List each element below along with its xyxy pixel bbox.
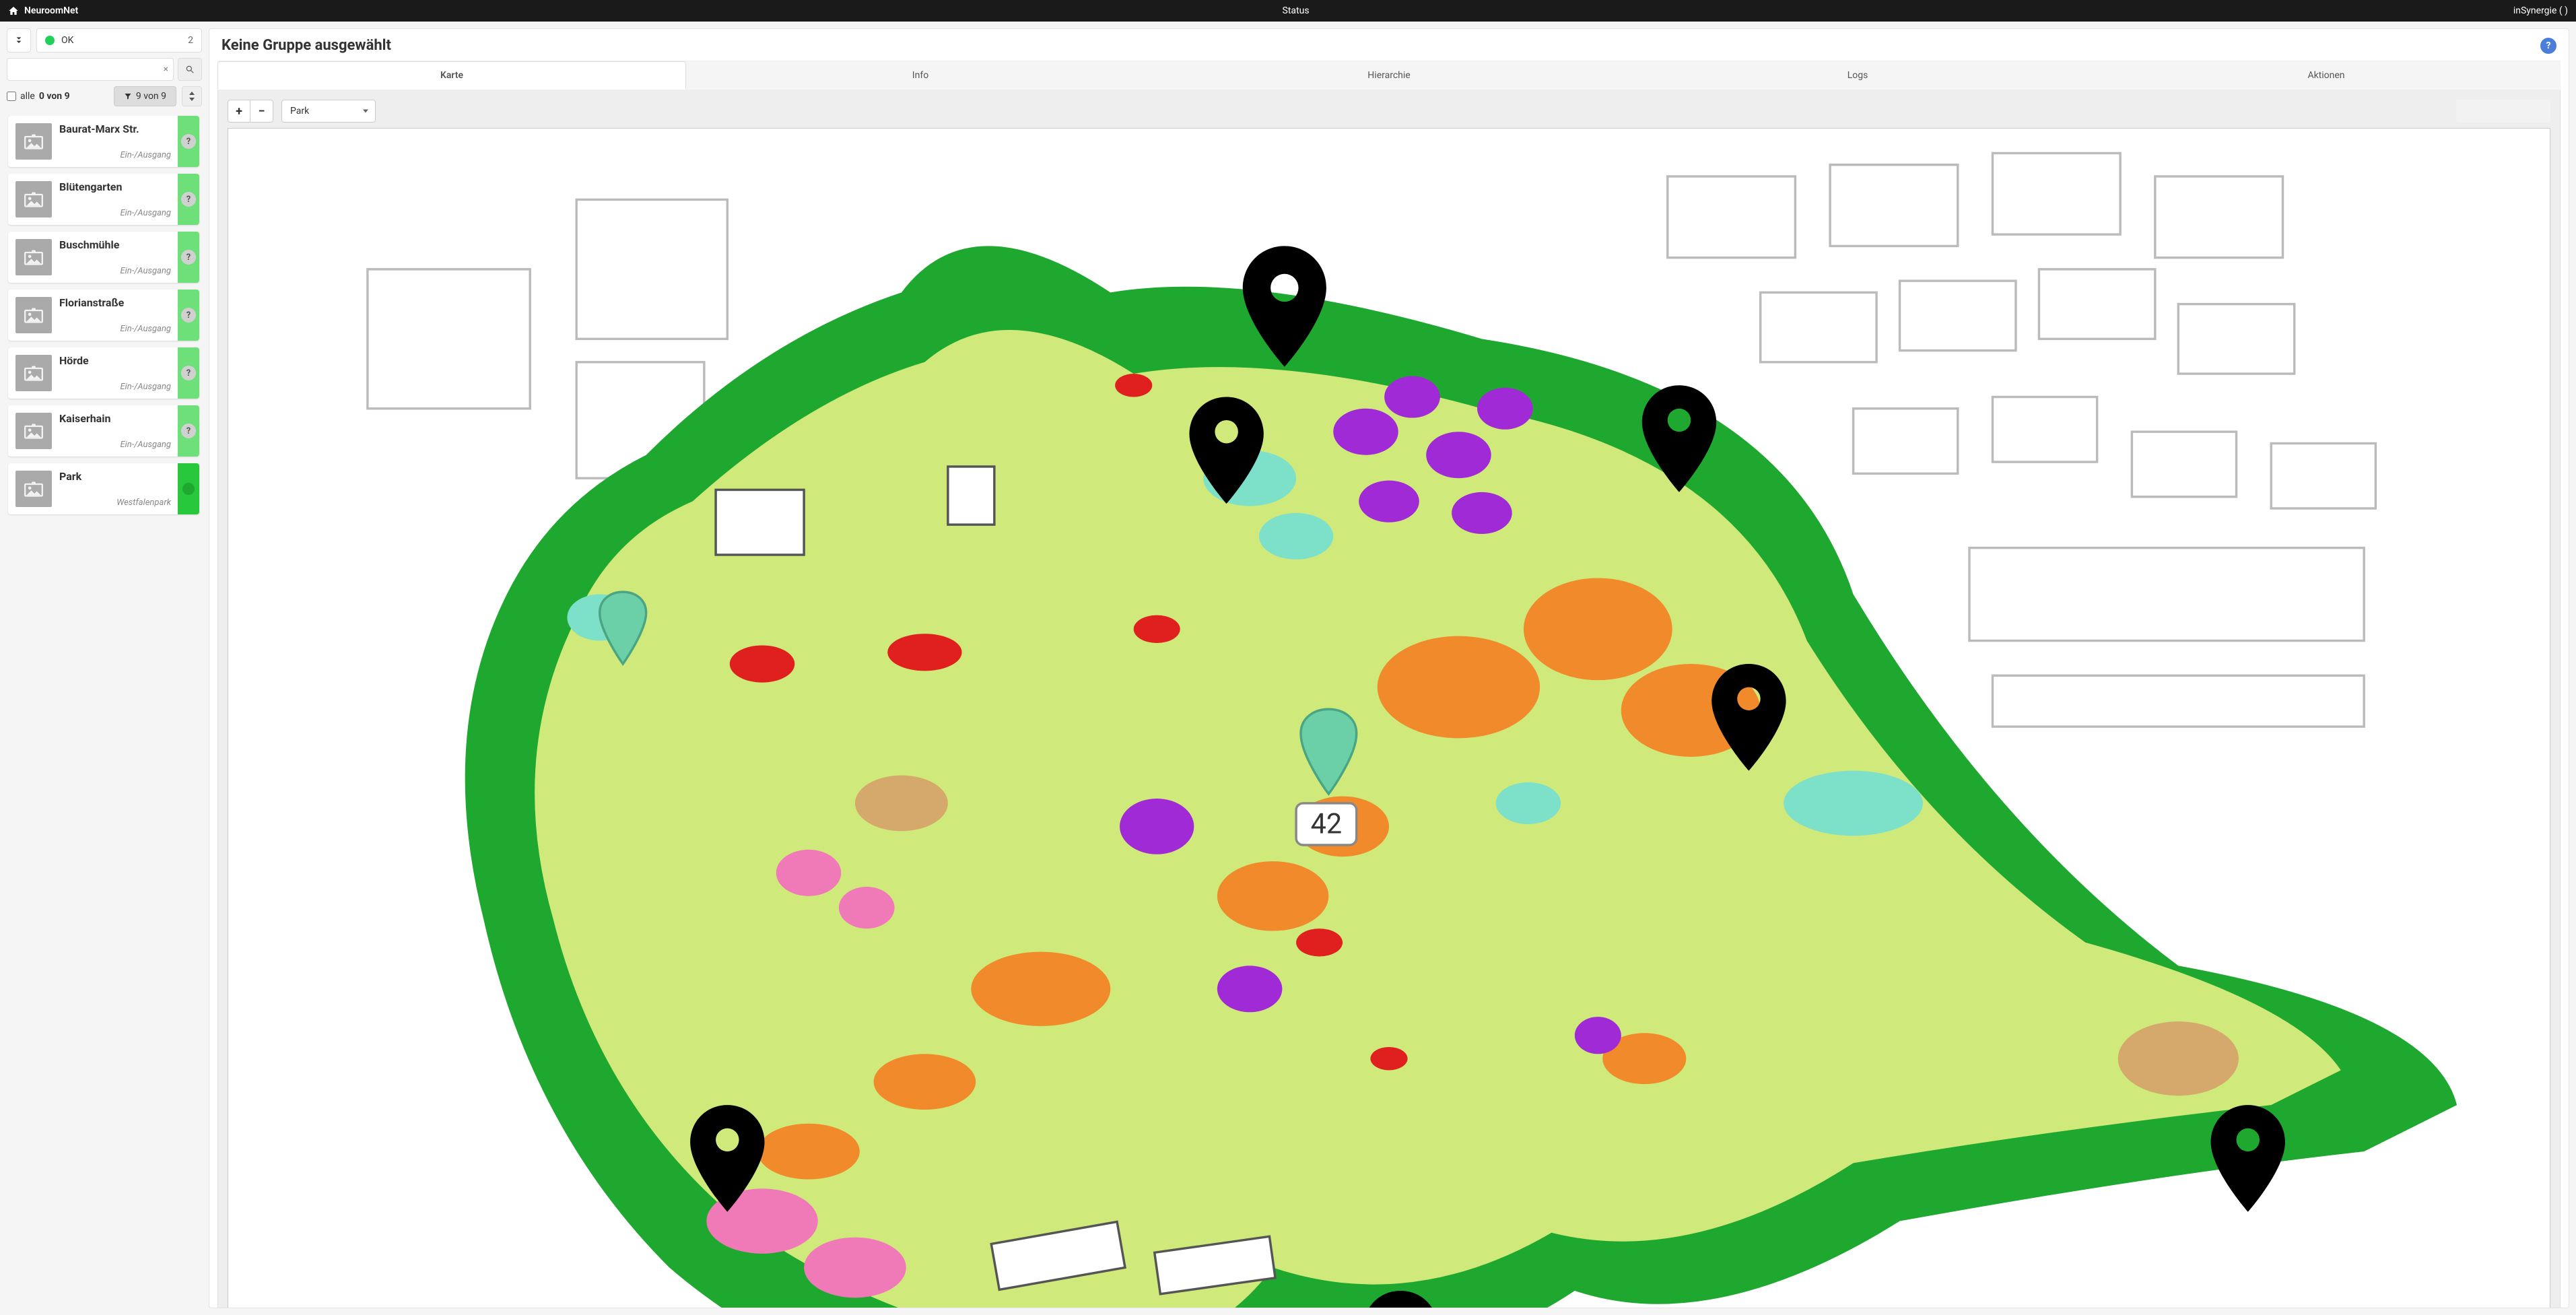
select-all[interactable]: alle 0 von 9 <box>7 91 108 102</box>
layer-select[interactable]: Park <box>281 100 376 123</box>
list-item-subtitle: Ein-/Ausgang <box>59 208 174 218</box>
question-icon: ? <box>181 134 196 149</box>
status-strip: ? <box>178 347 199 399</box>
sort-icon <box>189 92 195 101</box>
select-all-checkbox[interactable] <box>7 92 16 101</box>
tab-karte-content: + − Park <box>217 90 2561 1308</box>
filter-count: 9 von 9 <box>136 91 166 102</box>
image-icon <box>24 307 43 323</box>
tab-hierarchie[interactable]: Hierarchie <box>1155 61 1623 90</box>
status-strip: ? <box>178 232 199 283</box>
layer-select-value: Park <box>290 106 309 116</box>
map-svg: 42 <box>228 129 2550 1308</box>
filter-button[interactable]: 9 von 9 <box>114 86 176 106</box>
tab-karte[interactable]: Karte <box>217 61 686 90</box>
list-item-subtitle: Ein-/Ausgang <box>59 324 174 334</box>
search-button[interactable] <box>178 58 202 81</box>
list-item[interactable]: Hörde Ein-/Ausgang? <box>8 347 199 399</box>
thumbnail-placeholder <box>15 355 52 391</box>
list-item[interactable]: Park Westfalenpark <box>8 463 199 514</box>
status-chip[interactable]: OK 2 <box>36 28 202 53</box>
list-item-subtitle: Ein-/Ausgang <box>59 382 174 392</box>
list-item-title: Blütengarten <box>59 180 174 193</box>
list-item-subtitle: Westfalenpark <box>59 498 174 508</box>
page-title-top: Status <box>78 5 2513 16</box>
search-box: × <box>7 58 174 81</box>
search-input[interactable] <box>7 58 174 81</box>
filter-icon <box>124 92 132 100</box>
question-icon: ? <box>181 308 196 323</box>
sort-button[interactable] <box>182 86 202 106</box>
brand[interactable]: NeuroomNet <box>8 5 78 16</box>
topbar: NeuroomNet Status inSynergie ( ) <box>0 0 2576 22</box>
list-item-title: Kaiserhain <box>59 412 174 425</box>
status-strip: ? <box>178 116 199 167</box>
status-strip: ? <box>178 405 199 457</box>
map-label-42: 42 <box>1296 803 1357 845</box>
status-strip: ? <box>178 290 199 341</box>
question-icon: ? <box>181 424 196 438</box>
list-item-title: Florianstraße <box>59 296 174 309</box>
main-area: Keine Gruppe ausgewählt ? KarteInfoHiera… <box>209 22 2576 1315</box>
clear-search-icon[interactable]: × <box>164 64 168 75</box>
zoom-out-button[interactable]: − <box>250 100 273 123</box>
status-strip <box>178 463 199 514</box>
status-dot-icon <box>45 36 55 45</box>
list-item-subtitle: Ein-/Ausgang <box>59 150 174 160</box>
sidebar: OK 2 × alle 0 von 9 9 von 9 <box>0 22 209 1315</box>
user-label[interactable]: inSynergie ( ) <box>2513 5 2568 16</box>
thumbnail-placeholder <box>15 297 52 333</box>
help-button[interactable]: ? <box>2540 38 2556 54</box>
thumbnail-placeholder <box>15 181 52 217</box>
tab-aktionen[interactable]: Aktionen <box>2092 61 2561 90</box>
list-item-subtitle: Ein-/Ausgang <box>59 440 174 450</box>
list-item[interactable]: Blütengarten Ein-/Ausgang? <box>8 174 199 225</box>
select-all-count: 0 von 9 <box>39 91 70 102</box>
tab-info[interactable]: Info <box>686 61 1155 90</box>
image-icon <box>24 249 43 265</box>
home-icon <box>8 5 19 16</box>
tab-logs[interactable]: Logs <box>1623 61 2092 90</box>
image-icon <box>24 365 43 381</box>
thumbnail-placeholder <box>15 123 52 160</box>
pin-7 <box>2211 1105 2285 1212</box>
thumbnail-placeholder <box>15 413 52 449</box>
list-item-title: Park <box>59 470 174 483</box>
list-item[interactable]: Buschmühle Ein-/Ausgang? <box>8 232 199 283</box>
panel-title: Keine Gruppe ausgewählt <box>222 37 2540 54</box>
map-canvas[interactable]: 42 <box>228 128 2550 1308</box>
group-list: Baurat-Marx Str.Ein-/Ausgang?Blütengarte… <box>7 112 202 1308</box>
list-item[interactable]: Florianstraße Ein-/Ausgang? <box>8 290 199 341</box>
svg-text:42: 42 <box>1311 809 1343 841</box>
image-icon <box>24 481 43 497</box>
image-icon <box>24 423 43 439</box>
search-icon <box>185 65 195 74</box>
status-active-icon <box>182 483 195 495</box>
list-item-title: Hörde <box>59 354 174 367</box>
collapse-all-button[interactable] <box>7 28 31 53</box>
status-count: 2 <box>188 35 193 46</box>
thumbnail-placeholder <box>15 471 52 507</box>
question-icon: ? <box>181 366 196 380</box>
list-item[interactable]: Baurat-Marx Str. Ein-/Ausgang? <box>8 116 199 167</box>
tabs: KarteInfoHierarchieLogsAktionen <box>217 61 2561 90</box>
list-item-subtitle: Ein-/Ausgang <box>59 266 174 276</box>
main-panel: Keine Gruppe ausgewählt ? KarteInfoHiera… <box>209 28 2569 1308</box>
select-all-label: alle <box>20 91 35 102</box>
status-label: OK <box>61 35 181 46</box>
brand-label: NeuroomNet <box>24 5 78 16</box>
chevrons-down-icon <box>13 35 24 46</box>
zoom-in-button[interactable]: + <box>228 100 250 123</box>
list-item-title: Buschmühle <box>59 238 174 251</box>
status-strip: ? <box>178 174 199 225</box>
question-icon: ? <box>181 192 196 207</box>
map-toolbar-placeholder <box>2456 100 2550 123</box>
question-icon: ? <box>181 250 196 265</box>
thumbnail-placeholder <box>15 239 52 275</box>
list-item[interactable]: Kaiserhain Ein-/Ausgang? <box>8 405 199 457</box>
image-icon <box>24 133 43 149</box>
image-icon <box>24 191 43 207</box>
list-item-title: Baurat-Marx Str. <box>59 123 174 135</box>
